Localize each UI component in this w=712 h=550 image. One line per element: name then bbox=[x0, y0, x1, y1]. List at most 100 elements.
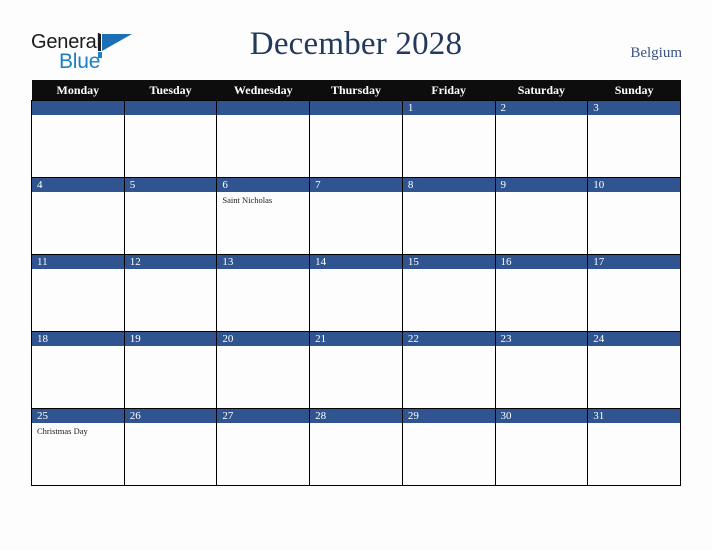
calendar-day-cell[interactable]: 3 bbox=[587, 100, 681, 178]
day-events bbox=[588, 346, 680, 349]
day-number: 29 bbox=[402, 409, 495, 423]
calendar-day-cell[interactable]: 20 bbox=[216, 331, 311, 409]
calendar-day-cell[interactable] bbox=[216, 100, 311, 178]
calendar-day-cell[interactable]: 9 bbox=[494, 177, 589, 255]
calendar-day-cell[interactable]: 19 bbox=[123, 331, 218, 409]
weekday-header-thursday: Thursday bbox=[309, 80, 403, 101]
day-number: 12 bbox=[124, 255, 217, 269]
day-number bbox=[124, 101, 217, 115]
calendar-day-cell[interactable]: 15 bbox=[401, 254, 496, 332]
calendar-day-cell[interactable]: 31 bbox=[587, 408, 681, 486]
day-number: 13 bbox=[217, 255, 310, 269]
day-cell-inner: 15 bbox=[402, 255, 495, 331]
day-events bbox=[403, 115, 495, 118]
day-events bbox=[32, 269, 124, 272]
day-number: 4 bbox=[32, 178, 124, 192]
calendar-day-cell[interactable]: 18 bbox=[31, 331, 125, 409]
day-number: 21 bbox=[310, 332, 402, 346]
day-events bbox=[588, 192, 680, 195]
calendar-day-cell[interactable]: 10 bbox=[587, 177, 681, 255]
day-events bbox=[310, 269, 402, 272]
day-events bbox=[125, 346, 217, 349]
calendar-day-cell[interactable]: 26 bbox=[123, 408, 218, 486]
calendar-day-cell[interactable]: 12 bbox=[123, 254, 218, 332]
day-events: Christmas Day bbox=[32, 423, 124, 437]
day-number: 3 bbox=[588, 101, 680, 115]
calendar-week-row: 11 12 13 14 15 16 17 bbox=[31, 254, 681, 332]
calendar-day-cell[interactable]: 7 bbox=[309, 177, 403, 255]
day-number: 10 bbox=[588, 178, 680, 192]
weekday-header-wednesday: Wednesday bbox=[216, 80, 310, 101]
day-number: 28 bbox=[310, 409, 402, 423]
calendar-day-cell[interactable]: 4 bbox=[31, 177, 125, 255]
calendar-page: General Blue December 2028 Belgium Monda… bbox=[0, 0, 712, 550]
day-cell-inner: 16 bbox=[495, 255, 588, 331]
day-cell-inner: 8 bbox=[402, 178, 495, 254]
day-events bbox=[588, 423, 680, 426]
calendar-day-cell[interactable]: 1 bbox=[401, 100, 496, 178]
day-cell-inner: 18 bbox=[32, 332, 124, 408]
calendar-day-cell[interactable]: 5 bbox=[123, 177, 218, 255]
calendar-day-cell[interactable] bbox=[31, 100, 125, 178]
day-number: 30 bbox=[495, 409, 588, 423]
calendar-header-row: Monday Tuesday Wednesday Thursday Friday… bbox=[31, 80, 681, 101]
day-cell-inner: 4 bbox=[32, 178, 124, 254]
day-cell-inner: 24 bbox=[588, 332, 680, 408]
day-number: 8 bbox=[402, 178, 495, 192]
day-events bbox=[217, 346, 309, 349]
day-cell-inner: 3 bbox=[588, 101, 680, 177]
calendar-day-cell[interactable]: 27 bbox=[216, 408, 311, 486]
day-number: 25 bbox=[32, 409, 124, 423]
day-number: 14 bbox=[310, 255, 402, 269]
day-number: 26 bbox=[124, 409, 217, 423]
day-cell-inner: 6 Saint Nicholas bbox=[217, 178, 310, 254]
day-events bbox=[496, 115, 588, 118]
day-events: Saint Nicholas bbox=[217, 192, 309, 206]
calendar-day-cell[interactable]: 14 bbox=[309, 254, 403, 332]
calendar-day-cell[interactable]: 16 bbox=[494, 254, 589, 332]
day-number: 19 bbox=[124, 332, 217, 346]
region-label: Belgium bbox=[630, 45, 682, 61]
day-events bbox=[310, 115, 402, 118]
calendar-day-cell[interactable]: 29 bbox=[401, 408, 496, 486]
day-cell-inner bbox=[124, 101, 217, 177]
day-number: 23 bbox=[495, 332, 588, 346]
day-cell-inner: 1 bbox=[402, 101, 495, 177]
calendar-day-cell[interactable]: 30 bbox=[494, 408, 589, 486]
day-number: 27 bbox=[217, 409, 310, 423]
calendar-day-cell[interactable]: 17 bbox=[587, 254, 681, 332]
day-events bbox=[403, 192, 495, 195]
calendar-day-cell[interactable]: 13 bbox=[216, 254, 311, 332]
calendar-day-cell[interactable]: 8 bbox=[401, 177, 496, 255]
day-events bbox=[496, 346, 588, 349]
calendar-day-cell[interactable]: 6 Saint Nicholas bbox=[216, 177, 311, 255]
day-events bbox=[310, 346, 402, 349]
day-events bbox=[125, 269, 217, 272]
day-number: 31 bbox=[588, 409, 680, 423]
day-cell-inner: 19 bbox=[124, 332, 217, 408]
day-cell-inner: 20 bbox=[217, 332, 310, 408]
calendar-day-cell[interactable] bbox=[309, 100, 403, 178]
day-cell-inner bbox=[310, 101, 402, 177]
calendar-grid: Monday Tuesday Wednesday Thursday Friday… bbox=[31, 80, 681, 486]
calendar-day-cell[interactable]: 23 bbox=[494, 331, 589, 409]
day-events bbox=[217, 115, 309, 118]
calendar-day-cell[interactable]: 11 bbox=[31, 254, 125, 332]
calendar-day-cell[interactable]: 28 bbox=[309, 408, 403, 486]
calendar-day-cell[interactable]: 24 bbox=[587, 331, 681, 409]
day-number: 11 bbox=[32, 255, 124, 269]
day-events bbox=[32, 346, 124, 349]
calendar-day-cell[interactable] bbox=[123, 100, 218, 178]
calendar-day-cell[interactable]: 22 bbox=[401, 331, 496, 409]
calendar-day-cell[interactable]: 21 bbox=[309, 331, 403, 409]
day-number: 1 bbox=[402, 101, 495, 115]
day-cell-inner: 14 bbox=[310, 255, 402, 331]
day-number: 17 bbox=[588, 255, 680, 269]
calendar-day-cell[interactable]: 25 Christmas Day bbox=[31, 408, 125, 486]
day-events bbox=[32, 192, 124, 195]
day-number: 22 bbox=[402, 332, 495, 346]
day-events bbox=[217, 423, 309, 426]
day-number: 9 bbox=[495, 178, 588, 192]
calendar-day-cell[interactable]: 2 bbox=[494, 100, 589, 178]
day-events bbox=[496, 192, 588, 195]
